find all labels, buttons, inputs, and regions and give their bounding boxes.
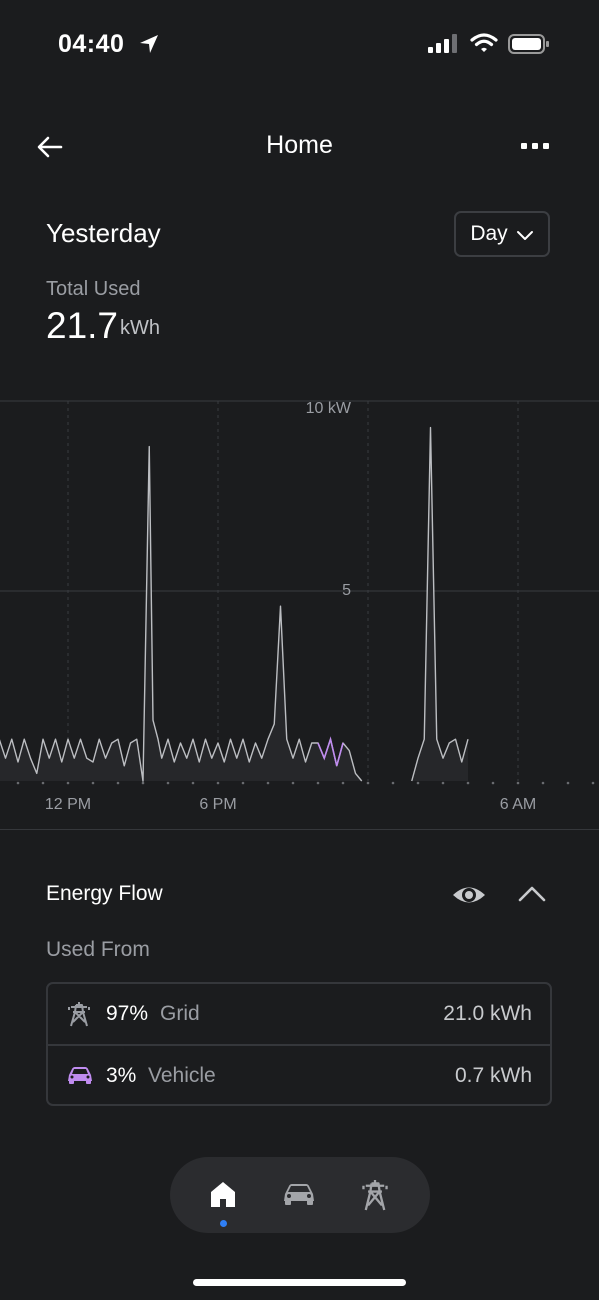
total-used-value: 21.7 [46,305,119,346]
used-from-label: Used From [46,938,150,961]
status-time: 04:40 [58,30,125,58]
page-title: Home [266,131,333,159]
y-tick-label: 10 kW [306,400,352,417]
battery-icon [508,34,549,54]
bottom-nav [170,1157,430,1233]
x-tick-label: 6 PM [199,796,236,813]
hour-tick-dot [466,781,470,785]
home-indicator [193,1279,406,1286]
total-used-unit: kWh [120,317,160,339]
usage-area [0,446,362,781]
hour-tick-dot [166,781,170,785]
usage-series-line [0,445,363,782]
x-tick-label: 6 AM [500,796,536,813]
vehicle-percent: 3% [106,1064,137,1087]
hour-tick-dot [66,781,70,785]
hour-tick-dot [391,781,395,785]
hour-tick-dot [366,781,370,785]
hour-tick-dot [591,781,595,785]
active-indicator-dot [220,1220,227,1227]
range-dropdown[interactable]: Day [454,211,550,257]
eye-icon[interactable] [451,880,487,910]
hour-tick-dot [491,781,495,785]
hour-tick-dot [241,781,245,785]
usage-series-line [411,426,469,782]
wifi-icon [470,33,498,52]
vehicle-label: Vehicle [148,1064,216,1087]
car-icon[interactable] [282,1181,316,1207]
hour-tick-dot [116,781,120,785]
hour-tick-dot [416,781,420,785]
home-icon[interactable] [208,1179,238,1209]
hour-tick-dot [266,781,270,785]
hour-tick-dot [291,781,295,785]
car-icon [68,1067,92,1084]
section-divider [0,829,599,830]
more-options-icon[interactable] [518,140,552,154]
x-tick-label: 12 PM [45,796,91,813]
power-tower-icon[interactable] [360,1177,390,1213]
hour-tick-dot [566,781,570,785]
source-row-grid[interactable]: 97% Grid 21.0 kWh [48,984,550,1046]
cellular-signal-icon [428,34,457,53]
power-usage-chart: 10 kW5012 PM6 PM6 AM [0,400,599,813]
grid-percent: 97% [106,1002,149,1025]
location-arrow-icon [140,35,158,53]
y-tick-label: 5 [342,582,351,599]
hour-tick-dot [141,781,145,785]
hour-tick-dot [41,781,45,785]
grid-value: 21.0 kWh [443,1002,532,1025]
hour-tick-dot [16,781,20,785]
hour-tick-dot [541,781,545,785]
usage-area [411,427,468,781]
hour-tick-dot [516,781,520,785]
chevron-down-icon [516,231,533,240]
hour-tick-dot [316,781,320,785]
vehicle-value: 0.7 kWh [454,1064,532,1087]
period-label: Yesterday [46,218,161,248]
hour-tick-dot [191,781,195,785]
hour-tick-dot [91,781,95,785]
total-used-label: Total Used [46,278,141,300]
energy-sources-list: 97% Grid 21.0 kWh 3% Vehicle 0.7 kWh [46,982,552,1106]
energy-flow-title: Energy Flow [46,882,163,905]
hour-tick-dot [441,781,445,785]
power-tower-icon [68,1002,90,1027]
source-row-vehicle[interactable]: 3% Vehicle 0.7 kWh [48,1046,550,1106]
hour-tick-dot [216,781,220,785]
grid-label: Grid [160,1002,200,1025]
chevron-up-icon[interactable] [515,882,549,906]
range-value: Day [470,222,508,245]
